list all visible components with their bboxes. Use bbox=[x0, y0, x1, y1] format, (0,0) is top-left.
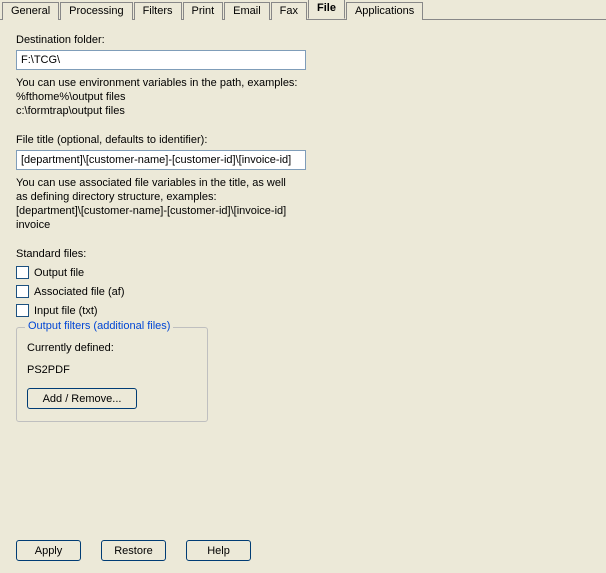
input-file-checkbox[interactable] bbox=[16, 304, 29, 317]
hint-text: as defining directory structure, example… bbox=[16, 190, 316, 204]
restore-button[interactable]: Restore bbox=[101, 540, 166, 561]
destination-input[interactable] bbox=[16, 50, 306, 70]
checkbox-row-input: Input file (txt) bbox=[16, 304, 590, 317]
file-tab-panel: Destination folder: You can use environm… bbox=[0, 20, 606, 573]
standard-files-label: Standard files: bbox=[16, 248, 590, 260]
output-file-label: Output file bbox=[34, 267, 84, 279]
output-file-checkbox[interactable] bbox=[16, 266, 29, 279]
apply-button[interactable]: Apply bbox=[16, 540, 81, 561]
tab-general[interactable]: General bbox=[2, 2, 59, 20]
tab-file[interactable]: File bbox=[308, 0, 345, 19]
filetitle-hint: You can use associated file variables in… bbox=[16, 176, 316, 232]
checkbox-row-output: Output file bbox=[16, 266, 590, 279]
associated-file-checkbox[interactable] bbox=[16, 285, 29, 298]
currently-defined-label: Currently defined: bbox=[27, 342, 197, 354]
tab-filters[interactable]: Filters bbox=[134, 2, 182, 20]
help-button[interactable]: Help bbox=[186, 540, 251, 561]
tab-strip: General Processing Filters Print Email F… bbox=[0, 0, 606, 20]
currently-defined-value: PS2PDF bbox=[27, 364, 197, 376]
tab-processing[interactable]: Processing bbox=[60, 2, 132, 20]
hint-text: c:\formtrap\output files bbox=[16, 104, 316, 118]
output-filters-legend: Output filters (additional files) bbox=[25, 320, 173, 332]
destination-hint: You can use environment variables in the… bbox=[16, 76, 316, 118]
associated-file-label: Associated file (af) bbox=[34, 286, 124, 298]
hint-text: You can use associated file variables in… bbox=[16, 176, 316, 190]
input-file-label: Input file (txt) bbox=[34, 305, 98, 317]
filetitle-label: File title (optional, defaults to identi… bbox=[16, 134, 590, 146]
hint-text: You can use environment variables in the… bbox=[16, 76, 316, 90]
add-remove-button[interactable]: Add / Remove... bbox=[27, 388, 137, 409]
tab-applications[interactable]: Applications bbox=[346, 2, 423, 20]
output-filters-group: Output filters (additional files) Curren… bbox=[16, 327, 208, 422]
hint-text: %fthome%\output files bbox=[16, 90, 316, 104]
filetitle-input[interactable] bbox=[16, 150, 306, 170]
tab-print[interactable]: Print bbox=[183, 2, 224, 20]
checkbox-row-associated: Associated file (af) bbox=[16, 285, 590, 298]
tab-fax[interactable]: Fax bbox=[271, 2, 307, 20]
hint-text: invoice bbox=[16, 218, 316, 232]
tab-email[interactable]: Email bbox=[224, 2, 270, 20]
bottom-button-row: Apply Restore Help bbox=[16, 540, 251, 561]
destination-label: Destination folder: bbox=[16, 34, 590, 46]
hint-text: [department]\[customer-name]-[customer-i… bbox=[16, 204, 316, 218]
